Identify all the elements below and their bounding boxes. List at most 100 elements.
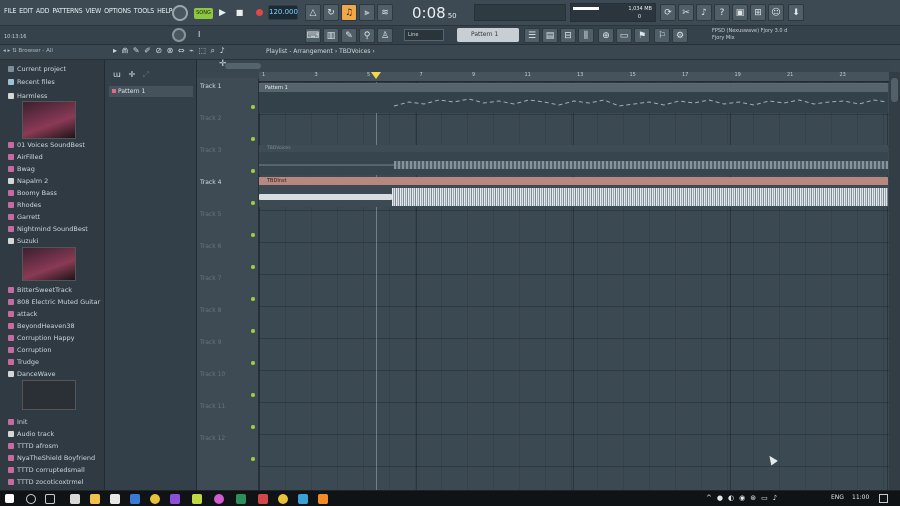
browser-item[interactable]: Bwag	[8, 165, 35, 173]
track-label[interactable]: Track 2	[200, 115, 221, 122]
metronome-button[interactable]: △	[305, 4, 321, 21]
save-button[interactable]: ▣	[732, 4, 748, 21]
mute-icon[interactable]: ⊗	[167, 46, 175, 55]
browser-item[interactable]: BeyondHeaven38	[8, 322, 75, 330]
track-label[interactable]: Track 1	[200, 83, 221, 90]
browser-item[interactable]: Current project	[8, 65, 66, 73]
link-button[interactable]: ⚲	[359, 28, 375, 43]
stop-button[interactable]: ■	[231, 5, 248, 21]
track-enable-led[interactable]	[251, 137, 255, 141]
network-icon[interactable]: ▭	[761, 494, 773, 502]
timeline-ruler[interactable]: 1 3 5 7 9 11 13 15 17 19 21 23	[259, 72, 889, 82]
start-icon[interactable]	[5, 494, 14, 503]
chrome-icon[interactable]	[150, 494, 160, 504]
channel-rack-button[interactable]: ⊟	[560, 28, 576, 43]
pattern-knob[interactable]	[172, 28, 186, 42]
fl-studio-icon[interactable]	[318, 494, 328, 504]
browser-item[interactable]: 808 Electric Muted Guitar	[8, 298, 100, 306]
mic-button[interactable]: ♪	[696, 4, 712, 21]
app-icon-9[interactable]	[298, 494, 308, 504]
playhead-marker[interactable]	[371, 72, 381, 79]
browser-header[interactable]: ◂ ▸ ⇅ Browser - All	[3, 48, 103, 58]
slice-icon[interactable]: ⌁	[189, 46, 195, 55]
undo-history-button[interactable]: ⟳	[660, 4, 676, 21]
browser-item[interactable]: DanceWave	[8, 370, 56, 378]
track-label[interactable]: Track 12	[200, 435, 225, 442]
track-label[interactable]: Track 4	[200, 179, 221, 186]
tray-icon-1[interactable]: ●	[717, 494, 728, 502]
mixer-view-button[interactable]: ⫼	[578, 28, 594, 43]
download-button[interactable]: ⬇	[788, 4, 804, 21]
cut-button[interactable]: ✂	[678, 4, 694, 21]
pattern-selector[interactable]: Pattern 1	[457, 28, 519, 42]
tray-icon-3[interactable]: ◉	[739, 494, 750, 502]
arrow-right-icon[interactable]: ▸	[113, 46, 118, 55]
track-enable-led[interactable]	[251, 329, 255, 333]
browser-item[interactable]: Trudge	[8, 358, 39, 366]
track-enable-led[interactable]	[251, 393, 255, 397]
wait-input-button[interactable]: ↻	[323, 4, 339, 21]
tray-icon-4[interactable]: ⊛	[750, 494, 761, 502]
browser-item[interactable]: AirFilled	[8, 153, 43, 161]
track-label[interactable]: Track 5	[200, 211, 221, 218]
track-label[interactable]: Track 8	[200, 307, 221, 314]
notification-icon[interactable]	[879, 494, 888, 503]
plus-icon[interactable]: ✛	[128, 70, 135, 79]
track-label[interactable]: Track 10	[200, 371, 225, 378]
countdown-button[interactable]: ♫	[341, 4, 357, 21]
app-icon-2[interactable]	[130, 494, 140, 504]
step-edit-button[interactable]: ⫸	[359, 4, 375, 21]
snap-select[interactable]: Line	[404, 29, 444, 41]
blend-notes-button[interactable]: ≋	[377, 4, 393, 21]
language-indicator[interactable]: ENG	[831, 494, 844, 501]
song-mode-toggle[interactable]: SONG	[194, 8, 213, 19]
pattern-clip[interactable]: Pattern 1	[259, 83, 888, 113]
audio-clip-inst[interactable]: TBDInst	[259, 177, 888, 207]
chevron-up-icon[interactable]: ^	[706, 494, 717, 502]
browser-item[interactable]: Boomy Bass	[8, 189, 57, 197]
slip-icon[interactable]: ⇔	[178, 46, 186, 55]
menu-item-file[interactable]: FILE	[4, 7, 16, 15]
hint-button[interactable]: ⚑	[634, 28, 650, 43]
browser-item[interactable]: attack	[8, 310, 37, 318]
tray-icon-2[interactable]: ◐	[728, 494, 739, 502]
browser-item[interactable]: TTTD zocoticoxtrmel	[8, 478, 84, 486]
plus-move-icon[interactable]: ✛	[219, 59, 227, 69]
taskbar-clock[interactable]: 11:00	[852, 494, 869, 501]
chat-button[interactable]: ☺	[768, 4, 784, 21]
task-view-icon[interactable]	[45, 494, 55, 504]
browser-item[interactable]: Harmless	[8, 92, 47, 100]
browser-item[interactable]: Init	[8, 418, 27, 426]
track-enable-led[interactable]	[251, 169, 255, 173]
app-icon-1[interactable]	[110, 494, 120, 504]
track-enable-led[interactable]	[251, 233, 255, 237]
app-icon-8[interactable]	[278, 494, 288, 504]
bell-button[interactable]: ♙	[377, 28, 393, 43]
time-display[interactable]: 0:08 50	[412, 3, 470, 23]
track-label[interactable]: Track 11	[200, 403, 225, 410]
track-label[interactable]: Track 7	[200, 275, 221, 282]
browser-item[interactable]: TTTD corruptedsmall	[8, 466, 85, 474]
browser-item[interactable]: TTTD afrosm	[8, 442, 58, 450]
menu-item-options[interactable]: OPTIONS	[104, 7, 131, 15]
browser-item[interactable]: Recent files	[8, 78, 55, 86]
playlist-grid[interactable]	[259, 82, 889, 490]
browser-item[interactable]: Garrett	[8, 213, 40, 221]
browser-button[interactable]: ▭	[616, 28, 632, 43]
plugin-picker-button[interactable]: ⊕	[598, 28, 614, 43]
menu-item-patterns[interactable]: PATTERNS	[52, 7, 82, 15]
menu-item-help[interactable]: HELP	[157, 7, 172, 15]
keyboard-button[interactable]: ⌨	[305, 28, 321, 43]
search-icon[interactable]	[26, 494, 36, 504]
browser-item[interactable]: NyaTheShield Boyfriend	[8, 454, 95, 462]
track-enable-led[interactable]	[251, 361, 255, 365]
app-icon-6[interactable]	[236, 494, 246, 504]
draw-icon[interactable]: ✎	[133, 46, 141, 55]
explorer-icon[interactable]	[90, 494, 100, 504]
help-button[interactable]: ?	[714, 4, 730, 21]
zoom-icon[interactable]: ⌕	[211, 46, 216, 55]
app-icon-5[interactable]	[214, 494, 224, 504]
timeline-scroll-bar[interactable]	[225, 63, 261, 69]
track-enable-led[interactable]	[251, 105, 255, 109]
browser-item[interactable]: Suzuki	[8, 237, 38, 245]
